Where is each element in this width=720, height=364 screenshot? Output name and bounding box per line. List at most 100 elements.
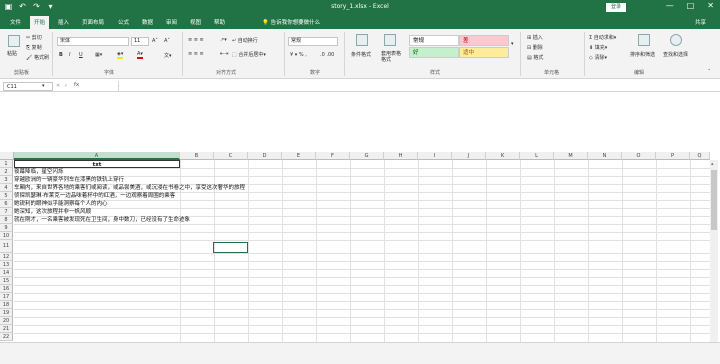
column-header-k[interactable]: K [486, 152, 520, 160]
vertical-scrollbar[interactable]: ▴ [710, 160, 718, 342]
decimal-icon[interactable]: .0 .00 [320, 52, 334, 58]
row-header-1[interactable]: 1 [0, 160, 13, 168]
row-header-18[interactable]: 18 [0, 301, 13, 309]
column-header-m[interactable]: M [554, 152, 588, 160]
tab-formulas[interactable]: 公式 [118, 18, 129, 26]
tell-me-search[interactable]: 💡 告诉我你想要做什么 [262, 18, 320, 26]
row-header-2[interactable]: 2 [0, 168, 13, 176]
align-top-icon[interactable]: ≡ ≡ ≡ [188, 37, 204, 43]
name-box-dropdown-icon[interactable]: ▾ [42, 83, 45, 89]
insert-function-icon[interactable]: fx [74, 82, 79, 88]
column-header-j[interactable]: J [452, 152, 486, 160]
currency-icon[interactable]: ¥ ▾ % , [290, 52, 307, 58]
scroll-thumb[interactable] [711, 170, 717, 230]
tab-data[interactable]: 数据 [142, 18, 153, 26]
row-header-9[interactable]: 9 [0, 224, 13, 232]
tab-help[interactable]: 帮助 [214, 18, 225, 26]
cell-a1[interactable]: txt [14, 160, 180, 168]
fill-button[interactable]: ⬇ 填充▾ [589, 44, 607, 51]
tab-page-layout[interactable]: 页面布局 [82, 18, 104, 26]
row-header-14[interactable]: 14 [0, 269, 13, 277]
minimize-button[interactable]: — [666, 1, 674, 10]
cell-a5[interactable]: 侦探凯瑟琳·布莱克一边品味着杯中的红酒，一边观察着周围的乘客 [14, 192, 175, 200]
scroll-up-icon[interactable]: ▴ [711, 161, 714, 167]
column-header-q[interactable]: Q [690, 152, 710, 160]
cell-a7[interactable]: 她深知，这次旅程并非一帆风顺 [14, 208, 91, 216]
phonetic-icon[interactable]: 文▾ [164, 52, 172, 59]
column-header-a[interactable]: A [14, 152, 180, 160]
tab-home[interactable]: 开始 [30, 16, 50, 29]
decrease-font-icon[interactable]: A˅ [164, 38, 170, 44]
cell-style-normal[interactable]: 常规 [409, 35, 459, 46]
merge-center-button[interactable]: ⬚ 合并后居中▾ [232, 51, 266, 58]
cell-a2[interactable]: 夜幕降临，星空闪烁 [14, 168, 64, 176]
styles-more-icon[interactable]: ▾ [511, 41, 514, 47]
conditional-format-button[interactable]: 条件格式 [351, 51, 371, 58]
underline-button[interactable]: U [79, 52, 83, 58]
row-header-11[interactable]: 11 [0, 240, 13, 253]
tab-insert[interactable]: 插入 [58, 18, 69, 26]
confirm-entry-icon[interactable]: ✓ [64, 83, 68, 89]
borders-icon[interactable]: ▦▾ [95, 52, 102, 58]
wrap-text-button[interactable]: ↵ 自动换行 [232, 37, 258, 44]
column-header-h[interactable]: H [384, 152, 418, 160]
tab-view[interactable]: 视图 [190, 18, 201, 26]
find-select-icon[interactable] [670, 34, 682, 46]
row-header-17[interactable]: 17 [0, 293, 13, 301]
copy-button[interactable]: ⎘ 复制 [26, 44, 42, 51]
cell-a3[interactable]: 穿越欧洲的一辆豪华列车在漆黑的铁轨上穿行 [14, 176, 124, 184]
row-header-8[interactable]: 8 [0, 216, 13, 224]
active-cell-c11[interactable] [213, 242, 248, 253]
format-as-table-button[interactable]: 套用表格格式 [381, 51, 403, 63]
font-name-select[interactable]: 宋体 [57, 37, 129, 46]
column-header-i[interactable]: I [418, 152, 452, 160]
cell-style-neutral[interactable]: 适中 [459, 47, 509, 58]
row-header-6[interactable]: 6 [0, 200, 13, 208]
align-left-icon[interactable]: ≡ ≡ ≡ [188, 51, 204, 57]
clear-button[interactable]: ◇ 清除▾ [589, 54, 607, 61]
orientation-icon[interactable]: ↗▾ [220, 37, 227, 43]
row-header-5[interactable]: 5 [0, 192, 13, 200]
share-button[interactable]: 共享 [695, 18, 706, 26]
insert-cells-button[interactable]: ⊞ 插入 [527, 34, 543, 41]
cell-a4[interactable]: 车厢内，来自世界各地的乘客们或阅读，或品尝美酒，或沉浸在书卷之中，享受这次奢华的… [14, 184, 245, 192]
cell-style-good[interactable]: 好 [409, 47, 459, 58]
column-header-f[interactable]: F [316, 152, 350, 160]
format-painter-button[interactable]: 🖌 格式刷 [26, 54, 49, 61]
paste-button[interactable]: 粘贴 [7, 50, 17, 57]
format-as-table-icon[interactable] [384, 34, 396, 46]
font-color-icon[interactable]: A▾ [137, 51, 143, 59]
row-header-19[interactable]: 19 [0, 309, 13, 317]
column-header-c[interactable]: C [214, 152, 248, 160]
login-button[interactable]: 登录 [606, 3, 626, 12]
cut-button[interactable]: ✂ 剪切 [26, 34, 42, 41]
row-header-12[interactable]: 12 [0, 253, 13, 261]
column-header-d[interactable]: D [248, 152, 282, 160]
row-header-16[interactable]: 16 [0, 285, 13, 293]
cell-a6[interactable]: 她锐利的眼神似乎能洞察每个人的内心 [14, 200, 108, 208]
name-box[interactable]: C11 [3, 82, 53, 91]
increase-font-icon[interactable]: A˄ [152, 38, 158, 44]
conditional-format-icon[interactable] [356, 34, 368, 46]
autosum-button[interactable]: Σ 自动求和▾ [589, 34, 616, 41]
format-cells-button[interactable]: ▤ 格式 [527, 54, 543, 61]
formula-input[interactable] [118, 81, 714, 91]
indent-icon[interactable]: ⇤⇥ [220, 51, 228, 57]
collapse-ribbon-icon[interactable]: ˄ [708, 69, 711, 75]
row-header-10[interactable]: 10 [0, 232, 13, 240]
cell-a8[interactable]: 就在刚才，一名乘客被发现死在卫生间，身中数刀，已经没有了生命迹象 [14, 216, 190, 224]
delete-cells-button[interactable]: ⊟ 删除 [527, 44, 543, 51]
fill-color-icon[interactable]: ◈▾ [117, 51, 124, 59]
row-header-21[interactable]: 21 [0, 325, 13, 333]
row-header-3[interactable]: 3 [0, 176, 13, 184]
row-header-15[interactable]: 15 [0, 277, 13, 285]
column-header-e[interactable]: E [282, 152, 316, 160]
tab-file[interactable]: 文件 [10, 18, 21, 26]
column-header-p[interactable]: P [656, 152, 690, 160]
sort-filter-button[interactable]: 排序和筛选 [630, 51, 655, 58]
column-header-b[interactable]: B [180, 152, 214, 160]
row-header-7[interactable]: 7 [0, 208, 13, 216]
sort-filter-icon[interactable] [638, 34, 650, 46]
row-header-22[interactable]: 22 [0, 333, 13, 341]
row-header-13[interactable]: 13 [0, 261, 13, 269]
